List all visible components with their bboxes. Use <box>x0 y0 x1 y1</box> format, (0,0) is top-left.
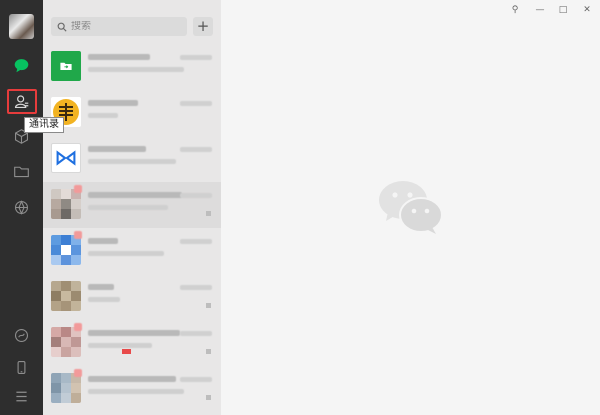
chat-item[interactable] <box>43 274 221 320</box>
sidebar <box>0 0 43 415</box>
chat-item[interactable] <box>43 320 221 366</box>
minimize-button[interactable]: — <box>532 4 548 16</box>
menu-icon[interactable] <box>11 386 32 407</box>
green-folder-icon <box>51 51 81 81</box>
pixelated-photo <box>51 373 81 403</box>
contacts-tooltip: 通讯录 <box>24 117 64 133</box>
pin-button[interactable]: ⚲ <box>507 4 523 16</box>
chat-item[interactable] <box>43 228 221 274</box>
wechat-logo-icon <box>379 181 443 234</box>
pixelated-blue <box>51 235 81 265</box>
add-button[interactable]: + <box>193 17 213 36</box>
avatar[interactable] <box>9 14 34 39</box>
chat-item[interactable] <box>43 90 221 136</box>
blue-logo <box>51 143 81 173</box>
close-button[interactable]: ✕ <box>579 4 595 16</box>
chat-list-panel: + <box>43 0 221 415</box>
chat-item[interactable] <box>43 44 221 90</box>
contacts-highlight <box>7 89 37 114</box>
search-icon <box>57 22 67 32</box>
phone-icon[interactable] <box>11 357 32 378</box>
mini-program-icon[interactable] <box>11 325 32 346</box>
maximize-button[interactable]: □ <box>555 4 571 16</box>
moments-icon[interactable] <box>11 197 32 218</box>
folder-icon[interactable] <box>11 161 32 182</box>
pixelated-photo <box>51 327 81 357</box>
search-bar[interactable] <box>51 17 187 36</box>
chat-item[interactable] <box>43 182 221 228</box>
chat-item[interactable] <box>43 366 221 412</box>
search-input[interactable] <box>71 21 181 32</box>
chat-item[interactable] <box>43 136 221 182</box>
chat-icon[interactable] <box>11 55 32 76</box>
pixelated-photo <box>51 189 81 219</box>
pixelated-photo <box>51 281 81 311</box>
main-area: ⚲ — □ ✕ <box>221 0 600 415</box>
